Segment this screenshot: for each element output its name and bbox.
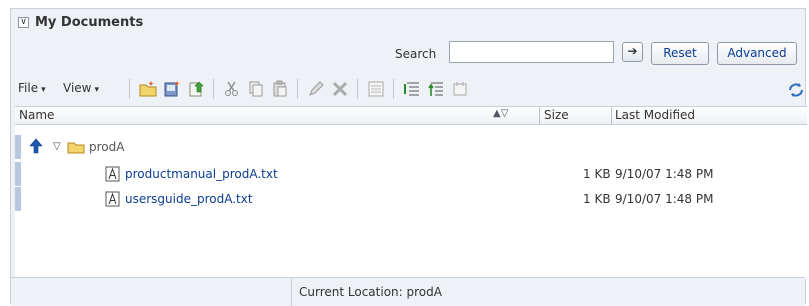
refresh-icon[interactable] [787, 81, 805, 99]
properties-icon[interactable] [451, 80, 469, 98]
search-go-button[interactable]: ➔ [622, 42, 643, 62]
new-folder-icon[interactable] [139, 80, 157, 98]
column-divider [611, 107, 612, 124]
search-label: Search [395, 47, 437, 61]
toolbar-separator [393, 79, 394, 99]
file-size: 1 KB [583, 192, 611, 206]
up-arrow-icon[interactable] [29, 138, 43, 154]
my-documents-panel: ∨ My Documents Search ➔ Reset Advanced F… [10, 8, 807, 306]
chevron-down-icon: ▾ [41, 85, 46, 95]
row-marker [15, 187, 21, 211]
file-menu-label: File [18, 81, 39, 95]
chevron-down-icon: ▾ [94, 85, 100, 95]
row-marker [15, 162, 21, 186]
status-bar: Current Location: prodA [11, 277, 805, 306]
table-row[interactable]: productmanual_prodA.txt 1 KB 9/10/07 1:4… [15, 162, 807, 186]
arrow-right-icon: ➔ [627, 44, 638, 58]
current-location: Current Location: prodA [299, 285, 442, 299]
view-menu-label: View [63, 81, 92, 95]
folder-name[interactable]: prodA [89, 140, 124, 154]
advanced-button[interactable]: Advanced [717, 42, 797, 65]
file-name-link[interactable]: usersguide_prodA.txt [125, 192, 253, 206]
file-size: 1 KB [583, 167, 611, 181]
view-menu[interactable]: View ▾ [63, 81, 99, 95]
batch-icon[interactable] [367, 80, 385, 98]
column-header-modified[interactable]: Last Modified [615, 108, 695, 122]
row-marker [15, 135, 21, 159]
paste-icon[interactable] [271, 80, 289, 98]
collapse-toggle[interactable]: ∨ [18, 17, 29, 28]
new-document-icon[interactable] [163, 80, 181, 98]
copy-icon[interactable] [247, 80, 265, 98]
toolbar-separator [129, 79, 130, 99]
sort-icon[interactable]: ▲▽ [493, 108, 508, 119]
reset-button[interactable]: Reset [651, 42, 709, 65]
file-modified: 9/10/07 1:48 PM [615, 192, 714, 206]
text-file-icon [105, 166, 120, 182]
edit-icon[interactable] [307, 80, 325, 98]
column-header-name[interactable]: Name [19, 108, 54, 122]
expand-all-icon[interactable] [403, 80, 421, 98]
text-file-icon [105, 191, 120, 207]
panel-title: My Documents [35, 15, 144, 30]
upload-icon[interactable] [187, 80, 205, 98]
table-row-folder[interactable]: ▽ prodA [15, 135, 807, 159]
column-divider [539, 107, 540, 124]
collapse-all-icon[interactable] [427, 80, 445, 98]
table-header: Name ▲▽ Size Last Modified [15, 107, 807, 125]
table-row[interactable]: usersguide_prodA.txt 1 KB 9/10/07 1:48 P… [15, 187, 807, 211]
toolbar-separator [357, 79, 358, 99]
expand-toggle-icon[interactable]: ▽ [53, 141, 61, 152]
file-modified: 9/10/07 1:48 PM [615, 167, 714, 181]
toolbar-separator [213, 79, 214, 99]
file-menu[interactable]: File ▾ [18, 81, 46, 95]
folder-icon [67, 142, 85, 154]
cut-icon[interactable] [223, 80, 241, 98]
panel-header: ∨ My Documents [11, 9, 805, 39]
status-divider [291, 278, 292, 306]
documents-table: Name ▲▽ Size Last Modified ▽ prodA produ… [15, 106, 807, 279]
column-header-size[interactable]: Size [544, 108, 569, 122]
search-input[interactable] [449, 41, 614, 63]
delete-icon[interactable] [331, 80, 349, 98]
file-name-link[interactable]: productmanual_prodA.txt [125, 167, 278, 181]
toolbar-separator [297, 79, 298, 99]
